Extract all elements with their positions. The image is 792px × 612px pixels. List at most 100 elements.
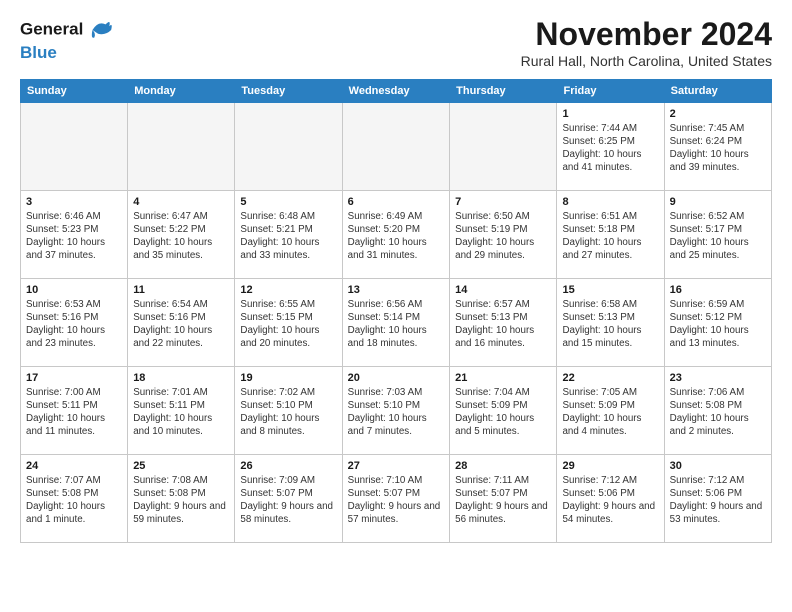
month-title: November 2024 (521, 16, 772, 53)
day-info: Sunrise: 7:12 AM Sunset: 5:06 PM Dayligh… (562, 475, 658, 527)
day-number: 1 (562, 107, 658, 122)
table-row: 17Sunrise: 7:00 AM Sunset: 5:11 PM Dayli… (21, 367, 128, 455)
day-info: Sunrise: 7:10 AM Sunset: 5:07 PM Dayligh… (348, 475, 445, 527)
day-number: 18 (133, 371, 229, 386)
table-row: 20Sunrise: 7:03 AM Sunset: 5:10 PM Dayli… (342, 367, 450, 455)
table-row: 25Sunrise: 7:08 AM Sunset: 5:08 PM Dayli… (128, 455, 235, 543)
col-friday: Friday (557, 80, 664, 103)
day-info: Sunrise: 7:05 AM Sunset: 5:09 PM Dayligh… (562, 387, 658, 439)
table-row: 13Sunrise: 6:56 AM Sunset: 5:14 PM Dayli… (342, 279, 450, 367)
calendar-week-row: 17Sunrise: 7:00 AM Sunset: 5:11 PM Dayli… (21, 367, 772, 455)
table-row: 23Sunrise: 7:06 AM Sunset: 5:08 PM Dayli… (664, 367, 771, 455)
table-row: 9Sunrise: 6:52 AM Sunset: 5:17 PM Daylig… (664, 191, 771, 279)
day-number: 19 (240, 371, 336, 386)
day-number: 2 (670, 107, 766, 122)
table-row: 26Sunrise: 7:09 AM Sunset: 5:07 PM Dayli… (235, 455, 342, 543)
logo: General Blue (20, 16, 113, 63)
day-number: 17 (26, 371, 122, 386)
day-info: Sunrise: 7:09 AM Sunset: 5:07 PM Dayligh… (240, 475, 336, 527)
table-row (235, 103, 342, 191)
table-row: 14Sunrise: 6:57 AM Sunset: 5:13 PM Dayli… (450, 279, 557, 367)
table-row: 29Sunrise: 7:12 AM Sunset: 5:06 PM Dayli… (557, 455, 664, 543)
day-info: Sunrise: 6:57 AM Sunset: 5:13 PM Dayligh… (455, 299, 551, 351)
day-info: Sunrise: 6:59 AM Sunset: 5:12 PM Dayligh… (670, 299, 766, 351)
day-info: Sunrise: 6:49 AM Sunset: 5:20 PM Dayligh… (348, 211, 445, 263)
day-number: 29 (562, 459, 658, 474)
day-number: 10 (26, 283, 122, 298)
calendar-week-row: 3Sunrise: 6:46 AM Sunset: 5:23 PM Daylig… (21, 191, 772, 279)
page: General Blue November 2024 Rural Hall, N… (0, 0, 792, 553)
day-number: 14 (455, 283, 551, 298)
day-number: 7 (455, 195, 551, 210)
day-number: 24 (26, 459, 122, 474)
calendar-header-row: Sunday Monday Tuesday Wednesday Thursday… (21, 80, 772, 103)
day-number: 9 (670, 195, 766, 210)
calendar-week-row: 24Sunrise: 7:07 AM Sunset: 5:08 PM Dayli… (21, 455, 772, 543)
day-info: Sunrise: 7:11 AM Sunset: 5:07 PM Dayligh… (455, 475, 551, 527)
col-wednesday: Wednesday (342, 80, 450, 103)
day-info: Sunrise: 6:53 AM Sunset: 5:16 PM Dayligh… (26, 299, 122, 351)
table-row: 3Sunrise: 6:46 AM Sunset: 5:23 PM Daylig… (21, 191, 128, 279)
day-number: 12 (240, 283, 336, 298)
day-number: 28 (455, 459, 551, 474)
day-number: 23 (670, 371, 766, 386)
day-info: Sunrise: 6:58 AM Sunset: 5:13 PM Dayligh… (562, 299, 658, 351)
day-info: Sunrise: 7:07 AM Sunset: 5:08 PM Dayligh… (26, 475, 122, 527)
day-number: 21 (455, 371, 551, 386)
table-row: 12Sunrise: 6:55 AM Sunset: 5:15 PM Dayli… (235, 279, 342, 367)
day-info: Sunrise: 6:46 AM Sunset: 5:23 PM Dayligh… (26, 211, 122, 263)
day-info: Sunrise: 6:47 AM Sunset: 5:22 PM Dayligh… (133, 211, 229, 263)
col-tuesday: Tuesday (235, 80, 342, 103)
day-info: Sunrise: 7:08 AM Sunset: 5:08 PM Dayligh… (133, 475, 229, 527)
table-row (128, 103, 235, 191)
logo-bird-icon (85, 16, 113, 44)
calendar: Sunday Monday Tuesday Wednesday Thursday… (20, 79, 772, 543)
table-row: 28Sunrise: 7:11 AM Sunset: 5:07 PM Dayli… (450, 455, 557, 543)
day-info: Sunrise: 6:52 AM Sunset: 5:17 PM Dayligh… (670, 211, 766, 263)
day-info: Sunrise: 7:00 AM Sunset: 5:11 PM Dayligh… (26, 387, 122, 439)
col-monday: Monday (128, 80, 235, 103)
day-info: Sunrise: 6:55 AM Sunset: 5:15 PM Dayligh… (240, 299, 336, 351)
day-number: 22 (562, 371, 658, 386)
day-number: 13 (348, 283, 445, 298)
table-row: 24Sunrise: 7:07 AM Sunset: 5:08 PM Dayli… (21, 455, 128, 543)
calendar-week-row: 10Sunrise: 6:53 AM Sunset: 5:16 PM Dayli… (21, 279, 772, 367)
day-number: 16 (670, 283, 766, 298)
table-row: 8Sunrise: 6:51 AM Sunset: 5:18 PM Daylig… (557, 191, 664, 279)
day-number: 8 (562, 195, 658, 210)
title-area: November 2024 Rural Hall, North Carolina… (521, 16, 772, 69)
table-row: 7Sunrise: 6:50 AM Sunset: 5:19 PM Daylig… (450, 191, 557, 279)
table-row (21, 103, 128, 191)
table-row: 5Sunrise: 6:48 AM Sunset: 5:21 PM Daylig… (235, 191, 342, 279)
col-sunday: Sunday (21, 80, 128, 103)
table-row: 21Sunrise: 7:04 AM Sunset: 5:09 PM Dayli… (450, 367, 557, 455)
day-number: 15 (562, 283, 658, 298)
day-info: Sunrise: 6:56 AM Sunset: 5:14 PM Dayligh… (348, 299, 445, 351)
table-row: 18Sunrise: 7:01 AM Sunset: 5:11 PM Dayli… (128, 367, 235, 455)
day-number: 6 (348, 195, 445, 210)
table-row: 1Sunrise: 7:44 AM Sunset: 6:25 PM Daylig… (557, 103, 664, 191)
day-info: Sunrise: 7:04 AM Sunset: 5:09 PM Dayligh… (455, 387, 551, 439)
day-info: Sunrise: 7:44 AM Sunset: 6:25 PM Dayligh… (562, 123, 658, 175)
col-saturday: Saturday (664, 80, 771, 103)
table-row: 15Sunrise: 6:58 AM Sunset: 5:13 PM Dayli… (557, 279, 664, 367)
table-row: 6Sunrise: 6:49 AM Sunset: 5:20 PM Daylig… (342, 191, 450, 279)
table-row: 27Sunrise: 7:10 AM Sunset: 5:07 PM Dayli… (342, 455, 450, 543)
day-info: Sunrise: 6:48 AM Sunset: 5:21 PM Dayligh… (240, 211, 336, 263)
day-number: 30 (670, 459, 766, 474)
day-info: Sunrise: 7:03 AM Sunset: 5:10 PM Dayligh… (348, 387, 445, 439)
day-number: 20 (348, 371, 445, 386)
table-row: 2Sunrise: 7:45 AM Sunset: 6:24 PM Daylig… (664, 103, 771, 191)
day-info: Sunrise: 7:12 AM Sunset: 5:06 PM Dayligh… (670, 475, 766, 527)
logo-text: General Blue (20, 16, 113, 63)
col-thursday: Thursday (450, 80, 557, 103)
day-info: Sunrise: 6:51 AM Sunset: 5:18 PM Dayligh… (562, 211, 658, 263)
day-info: Sunrise: 6:54 AM Sunset: 5:16 PM Dayligh… (133, 299, 229, 351)
day-info: Sunrise: 7:45 AM Sunset: 6:24 PM Dayligh… (670, 123, 766, 175)
day-number: 11 (133, 283, 229, 298)
location: Rural Hall, North Carolina, United State… (521, 53, 772, 69)
table-row: 30Sunrise: 7:12 AM Sunset: 5:06 PM Dayli… (664, 455, 771, 543)
day-number: 26 (240, 459, 336, 474)
table-row: 19Sunrise: 7:02 AM Sunset: 5:10 PM Dayli… (235, 367, 342, 455)
day-info: Sunrise: 6:50 AM Sunset: 5:19 PM Dayligh… (455, 211, 551, 263)
